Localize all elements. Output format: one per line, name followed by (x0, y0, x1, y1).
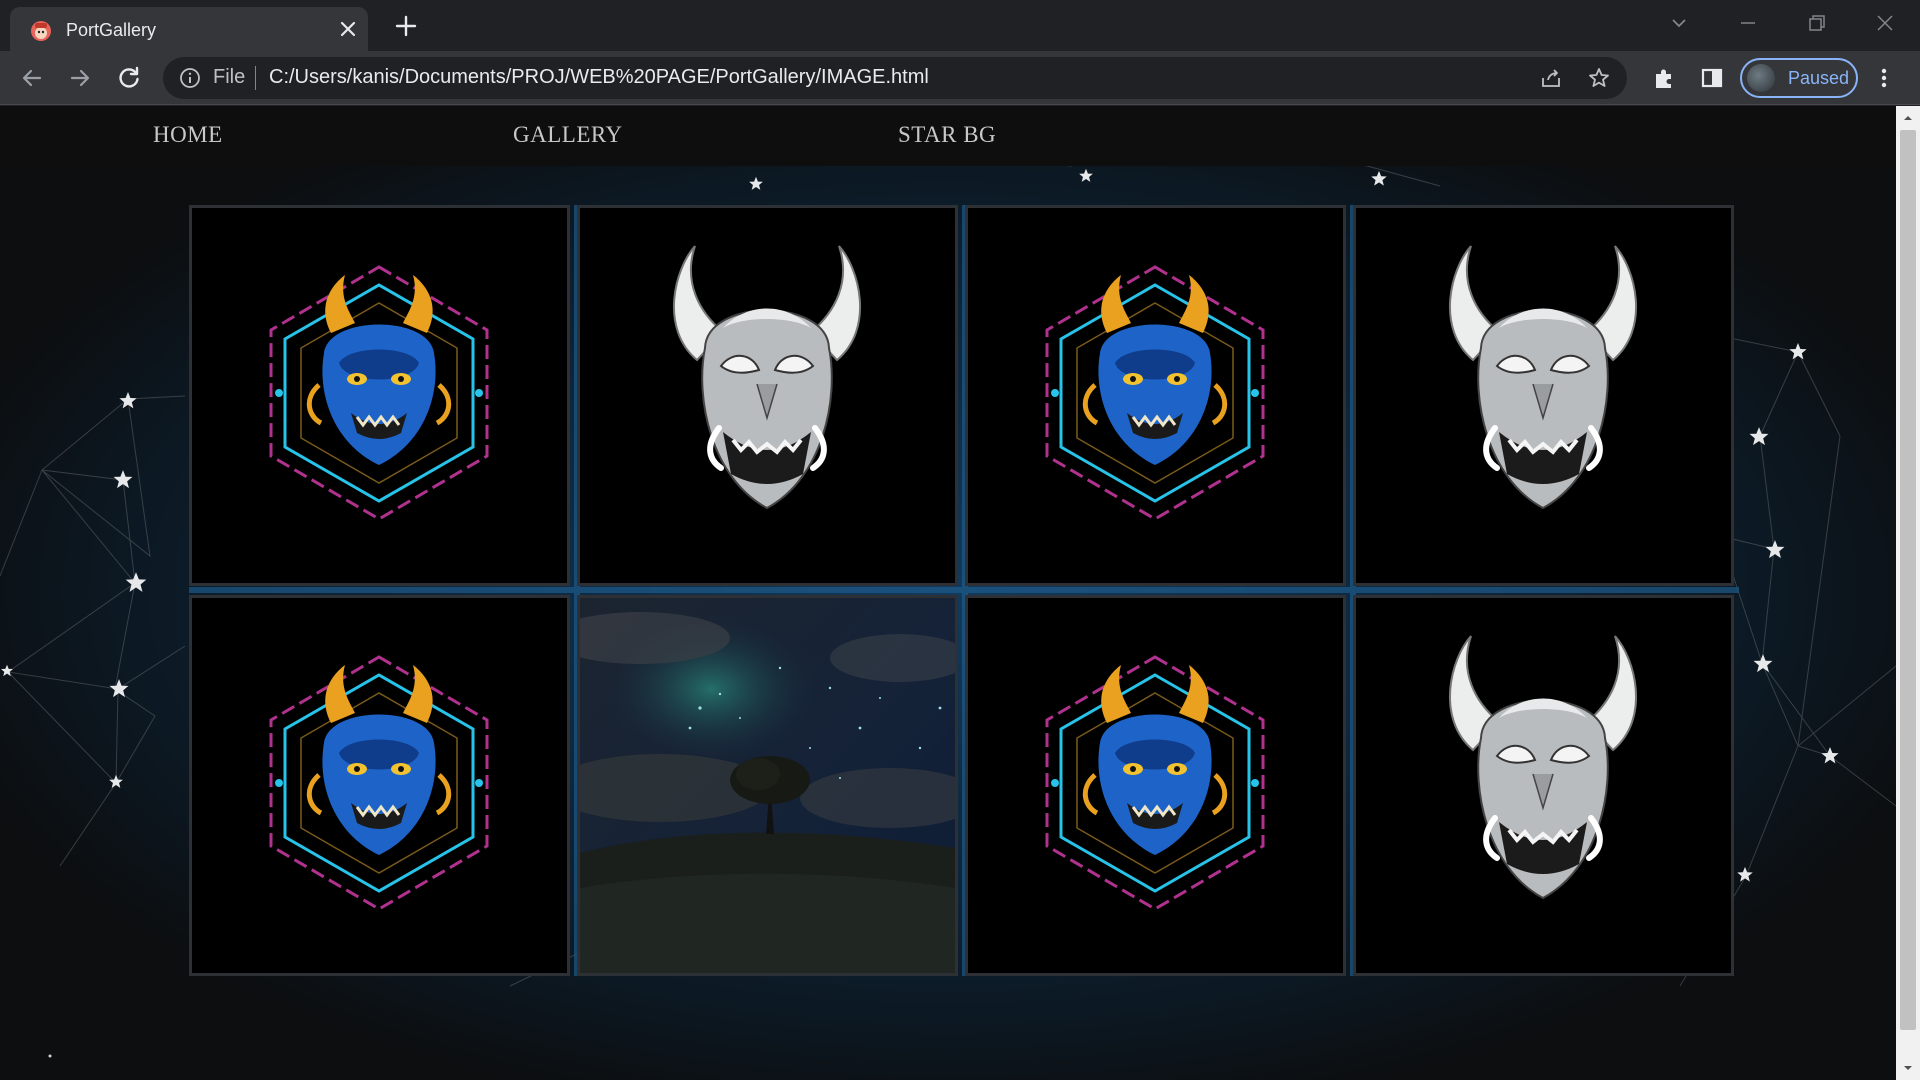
nav-link-star-bg[interactable]: STAR BG (898, 122, 996, 148)
tab-strip: PortGallery (0, 0, 1920, 51)
scroll-down-icon[interactable] (1902, 1062, 1914, 1074)
bookmark-star-icon[interactable] (1587, 66, 1611, 90)
scroll-up-icon[interactable] (1902, 112, 1914, 124)
scrollbar-thumb[interactable] (1900, 130, 1916, 1030)
address-bar[interactable]: File C:/Users/kanis/Documents/PROJ/WEB%2… (163, 57, 1627, 99)
new-tab-icon[interactable] (391, 11, 421, 41)
avatar (1747, 64, 1775, 92)
reload-icon[interactable] (115, 64, 143, 92)
tab-search-icon[interactable] (1664, 8, 1694, 38)
minimize-icon[interactable] (1733, 8, 1763, 38)
scheme-label: File (213, 66, 246, 88)
vertical-scrollbar[interactable] (1896, 106, 1920, 1080)
extensions-puzzle-icon[interactable] (1650, 64, 1678, 92)
gallery-tile-white-oni[interactable] (1353, 595, 1734, 976)
forward-arrow-icon[interactable] (66, 64, 94, 92)
image-gallery (189, 205, 1739, 976)
profile-status: Paused (1788, 68, 1850, 88)
nav-link-gallery[interactable]: GALLERY (513, 122, 623, 148)
window-close-icon[interactable] (1870, 8, 1900, 38)
info-icon[interactable] (179, 67, 201, 89)
profile-button[interactable]: Paused (1740, 58, 1858, 98)
browser-toolbar: File C:/Users/kanis/Documents/PROJ/WEB%2… (0, 51, 1920, 105)
site-nav: HOME GALLERY STAR BG (0, 106, 1896, 166)
tab-title: PortGallery (66, 20, 157, 40)
blue-oni-mask-image (1045, 655, 1265, 911)
page-viewport: HOME GALLERY STAR BG (0, 106, 1896, 1080)
back-arrow-icon[interactable] (18, 64, 46, 92)
more-menu-icon[interactable] (1872, 66, 1896, 90)
starry-night-tree-image (580, 598, 955, 973)
side-panel-icon[interactable] (1698, 64, 1726, 92)
omnibox-divider (255, 66, 256, 90)
gallery-tile-blue-oni[interactable] (189, 595, 570, 976)
blue-oni-mask-image (269, 265, 489, 521)
blue-oni-mask-image (269, 655, 489, 911)
share-icon[interactable] (1539, 66, 1563, 90)
white-oni-mask-image (1449, 245, 1637, 510)
favicon-icon (31, 21, 51, 41)
restore-icon[interactable] (1802, 8, 1832, 38)
gallery-tile-blue-oni[interactable] (189, 205, 570, 586)
browser-tab[interactable]: PortGallery (10, 7, 368, 51)
gallery-tile-blue-oni[interactable] (965, 205, 1346, 586)
gallery-tile-white-oni[interactable] (577, 205, 958, 586)
white-oni-mask-image (1449, 635, 1637, 900)
gallery-tile-starry-night[interactable] (577, 595, 958, 976)
blue-oni-mask-image (1045, 265, 1265, 521)
gallery-tile-blue-oni[interactable] (965, 595, 1346, 976)
url-text[interactable]: C:/Users/kanis/Documents/PROJ/WEB%20PAGE… (269, 66, 929, 89)
close-icon[interactable] (336, 17, 360, 41)
gallery-tile-white-oni[interactable] (1353, 205, 1734, 586)
nav-link-home[interactable]: HOME (153, 122, 223, 148)
white-oni-mask-image (673, 245, 861, 510)
